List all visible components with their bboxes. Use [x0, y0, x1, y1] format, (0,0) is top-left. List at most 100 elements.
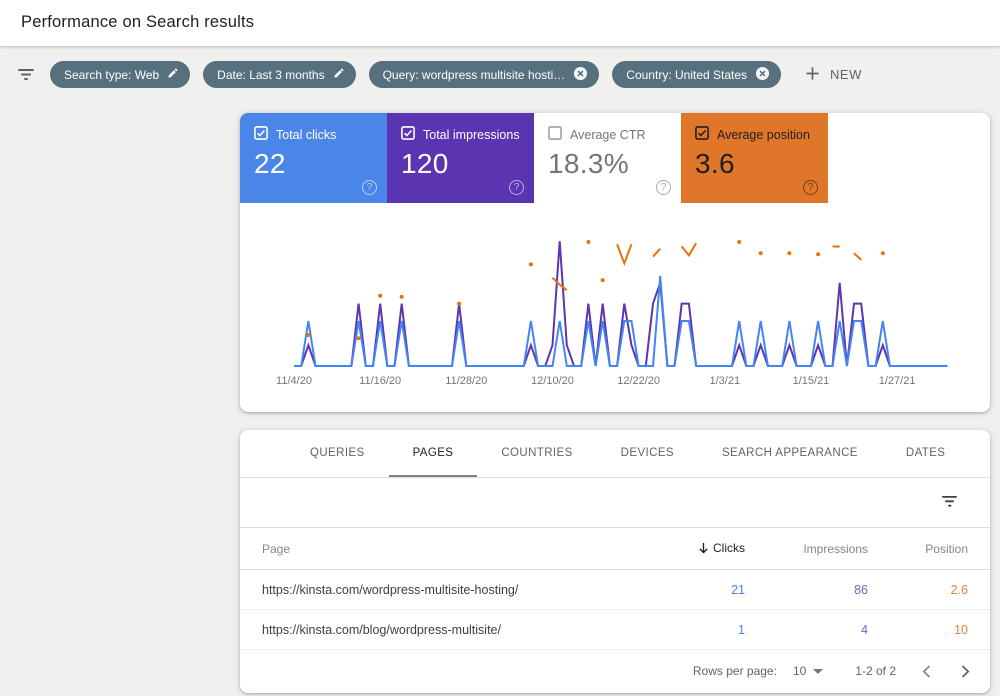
clicks-value: 21	[595, 583, 745, 597]
page-title: Performance on Search results	[0, 0, 1000, 32]
pagination-range: 1-2 of 2	[855, 664, 896, 678]
previous-page-button[interactable]	[922, 665, 931, 678]
filter-chip-search-type[interactable]: Search type: Web	[50, 61, 190, 88]
tab-countries[interactable]: COUNTRIES	[477, 430, 596, 477]
metric-card-total-impressions[interactable]: Total impressions 120 ?	[387, 113, 534, 203]
metric-card-value: 22	[254, 148, 387, 180]
position-mark	[787, 251, 791, 255]
position-mark	[601, 278, 605, 282]
performance-chart-area: 11/4/2011/16/2011/28/2012/10/2012/22/201…	[240, 203, 990, 412]
help-icon[interactable]: ?	[509, 180, 524, 195]
checkbox-checked-icon[interactable]	[254, 126, 268, 143]
metric-card-average-position[interactable]: Average position 3.6 ?	[681, 113, 828, 203]
column-header-clicks[interactable]: Clicks	[595, 541, 745, 557]
x-axis-label: 12/22/20	[617, 375, 660, 387]
metric-card-label: Total impressions	[423, 128, 520, 142]
checkbox-checked-icon[interactable]	[695, 126, 709, 143]
rows-per-page-label: Rows per page:	[693, 664, 777, 678]
position-mark	[529, 262, 533, 266]
x-axis-label: 1/3/21	[710, 375, 741, 387]
new-filter-label: NEW	[830, 67, 862, 82]
metric-card-average-ctr[interactable]: Average CTR 18.3% ?	[534, 113, 681, 203]
x-axis-label: 1/27/21	[879, 375, 916, 387]
page-url-link[interactable]: https://kinsta.com/wordpress-multisite-h…	[240, 583, 595, 597]
metric-cards: Total clicks 22 ? Total impressions 120 …	[240, 113, 828, 203]
table-pagination: Rows per page: 10 1-2 of 2	[240, 650, 990, 692]
performance-chart[interactable]	[280, 213, 970, 373]
position-segment	[553, 278, 567, 290]
page-url-link[interactable]: https://kinsta.com/blog/wordpress-multis…	[240, 623, 595, 637]
table-row[interactable]: https://kinsta.com/blog/wordpress-multis…	[240, 610, 990, 650]
position-mark	[400, 295, 404, 299]
dimension-tabs: QUERIES PAGES COUNTRIES DEVICES SEARCH A…	[240, 430, 990, 478]
table-row[interactable]: https://kinsta.com/wordpress-multisite-h…	[240, 570, 990, 610]
filter-bar: Search type: Web Date: Last 3 months Que…	[17, 61, 862, 88]
clicks-value: 1	[595, 623, 745, 637]
table-toolbar	[240, 478, 990, 528]
edit-icon[interactable]	[167, 67, 179, 82]
caret-down-icon[interactable]	[813, 669, 823, 674]
position-mark	[737, 240, 741, 244]
position-mark	[357, 336, 361, 340]
column-header-page[interactable]: Page	[240, 542, 595, 556]
metric-card-label: Total clicks	[276, 128, 336, 142]
position-mark	[306, 333, 310, 337]
chart-x-axis: 11/4/2011/16/2011/28/2012/10/2012/22/201…	[280, 375, 970, 389]
metric-card-label: Average position	[717, 128, 810, 142]
new-filter-button[interactable]: NEW	[805, 66, 862, 84]
impressions-value: 4	[745, 623, 868, 637]
next-page-button[interactable]	[961, 665, 970, 678]
checkbox-checked-icon[interactable]	[401, 126, 415, 143]
performance-summary-panel: Total clicks 22 ? Total impressions 120 …	[240, 113, 990, 412]
position-mark	[378, 294, 382, 298]
filter-icon[interactable]	[17, 68, 35, 81]
filter-chip-date[interactable]: Date: Last 3 months	[203, 61, 355, 88]
x-axis-label: 11/28/20	[445, 375, 487, 387]
tab-dates[interactable]: DATES	[882, 430, 970, 477]
metric-card-total-clicks[interactable]: Total clicks 22 ?	[240, 113, 387, 203]
close-icon[interactable]	[573, 66, 588, 84]
title-bar: Performance on Search results	[0, 0, 1000, 46]
tab-queries[interactable]: QUERIES	[286, 430, 389, 477]
tab-devices[interactable]: DEVICES	[597, 430, 698, 477]
clicks-line	[294, 276, 947, 366]
filter-chip-label: Country: United States	[626, 68, 747, 82]
filter-chip-label: Search type: Web	[64, 68, 159, 82]
position-mark	[881, 251, 885, 255]
position-segment	[854, 253, 861, 260]
help-icon[interactable]: ?	[362, 180, 377, 195]
metric-card-value: 120	[401, 148, 534, 180]
help-icon[interactable]: ?	[803, 180, 818, 195]
dimensions-table-panel: QUERIES PAGES COUNTRIES DEVICES SEARCH A…	[240, 430, 990, 693]
metric-card-value: 3.6	[695, 148, 828, 180]
table-filter-icon[interactable]	[942, 496, 958, 508]
plus-icon	[805, 66, 820, 84]
position-mark	[816, 252, 820, 256]
filter-chip-label: Date: Last 3 months	[217, 68, 324, 82]
close-icon[interactable]	[755, 66, 770, 84]
column-header-impressions[interactable]: Impressions	[745, 542, 868, 556]
position-value: 10	[868, 623, 968, 637]
position-segment	[682, 243, 696, 255]
filter-chip-country[interactable]: Country: United States	[612, 61, 781, 88]
edit-icon[interactable]	[333, 67, 345, 82]
position-mark	[457, 302, 461, 306]
tab-pages[interactable]: PAGES	[389, 430, 478, 477]
position-segment	[653, 249, 660, 257]
position-segment	[617, 244, 631, 263]
column-header-position[interactable]: Position	[868, 542, 968, 556]
position-value: 2.6	[868, 583, 968, 597]
filter-chip-query[interactable]: Query: wordpress multisite hosti…	[369, 61, 600, 88]
table-header-row: Page Clicks Impressions Position	[240, 528, 990, 570]
position-mark	[759, 251, 763, 255]
x-axis-label: 1/15/21	[793, 375, 830, 387]
rows-per-page-value[interactable]: 10	[793, 664, 806, 678]
metric-card-label: Average CTR	[570, 128, 646, 142]
filter-chip-label: Query: wordpress multisite hosti…	[383, 68, 566, 82]
help-icon[interactable]: ?	[656, 180, 671, 195]
x-axis-label: 11/4/20	[276, 375, 312, 387]
tab-search-appearance[interactable]: SEARCH APPEARANCE	[698, 430, 882, 477]
position-mark	[586, 240, 590, 244]
checkbox-unchecked-icon[interactable]	[548, 126, 562, 143]
sort-descending-icon	[698, 542, 709, 557]
